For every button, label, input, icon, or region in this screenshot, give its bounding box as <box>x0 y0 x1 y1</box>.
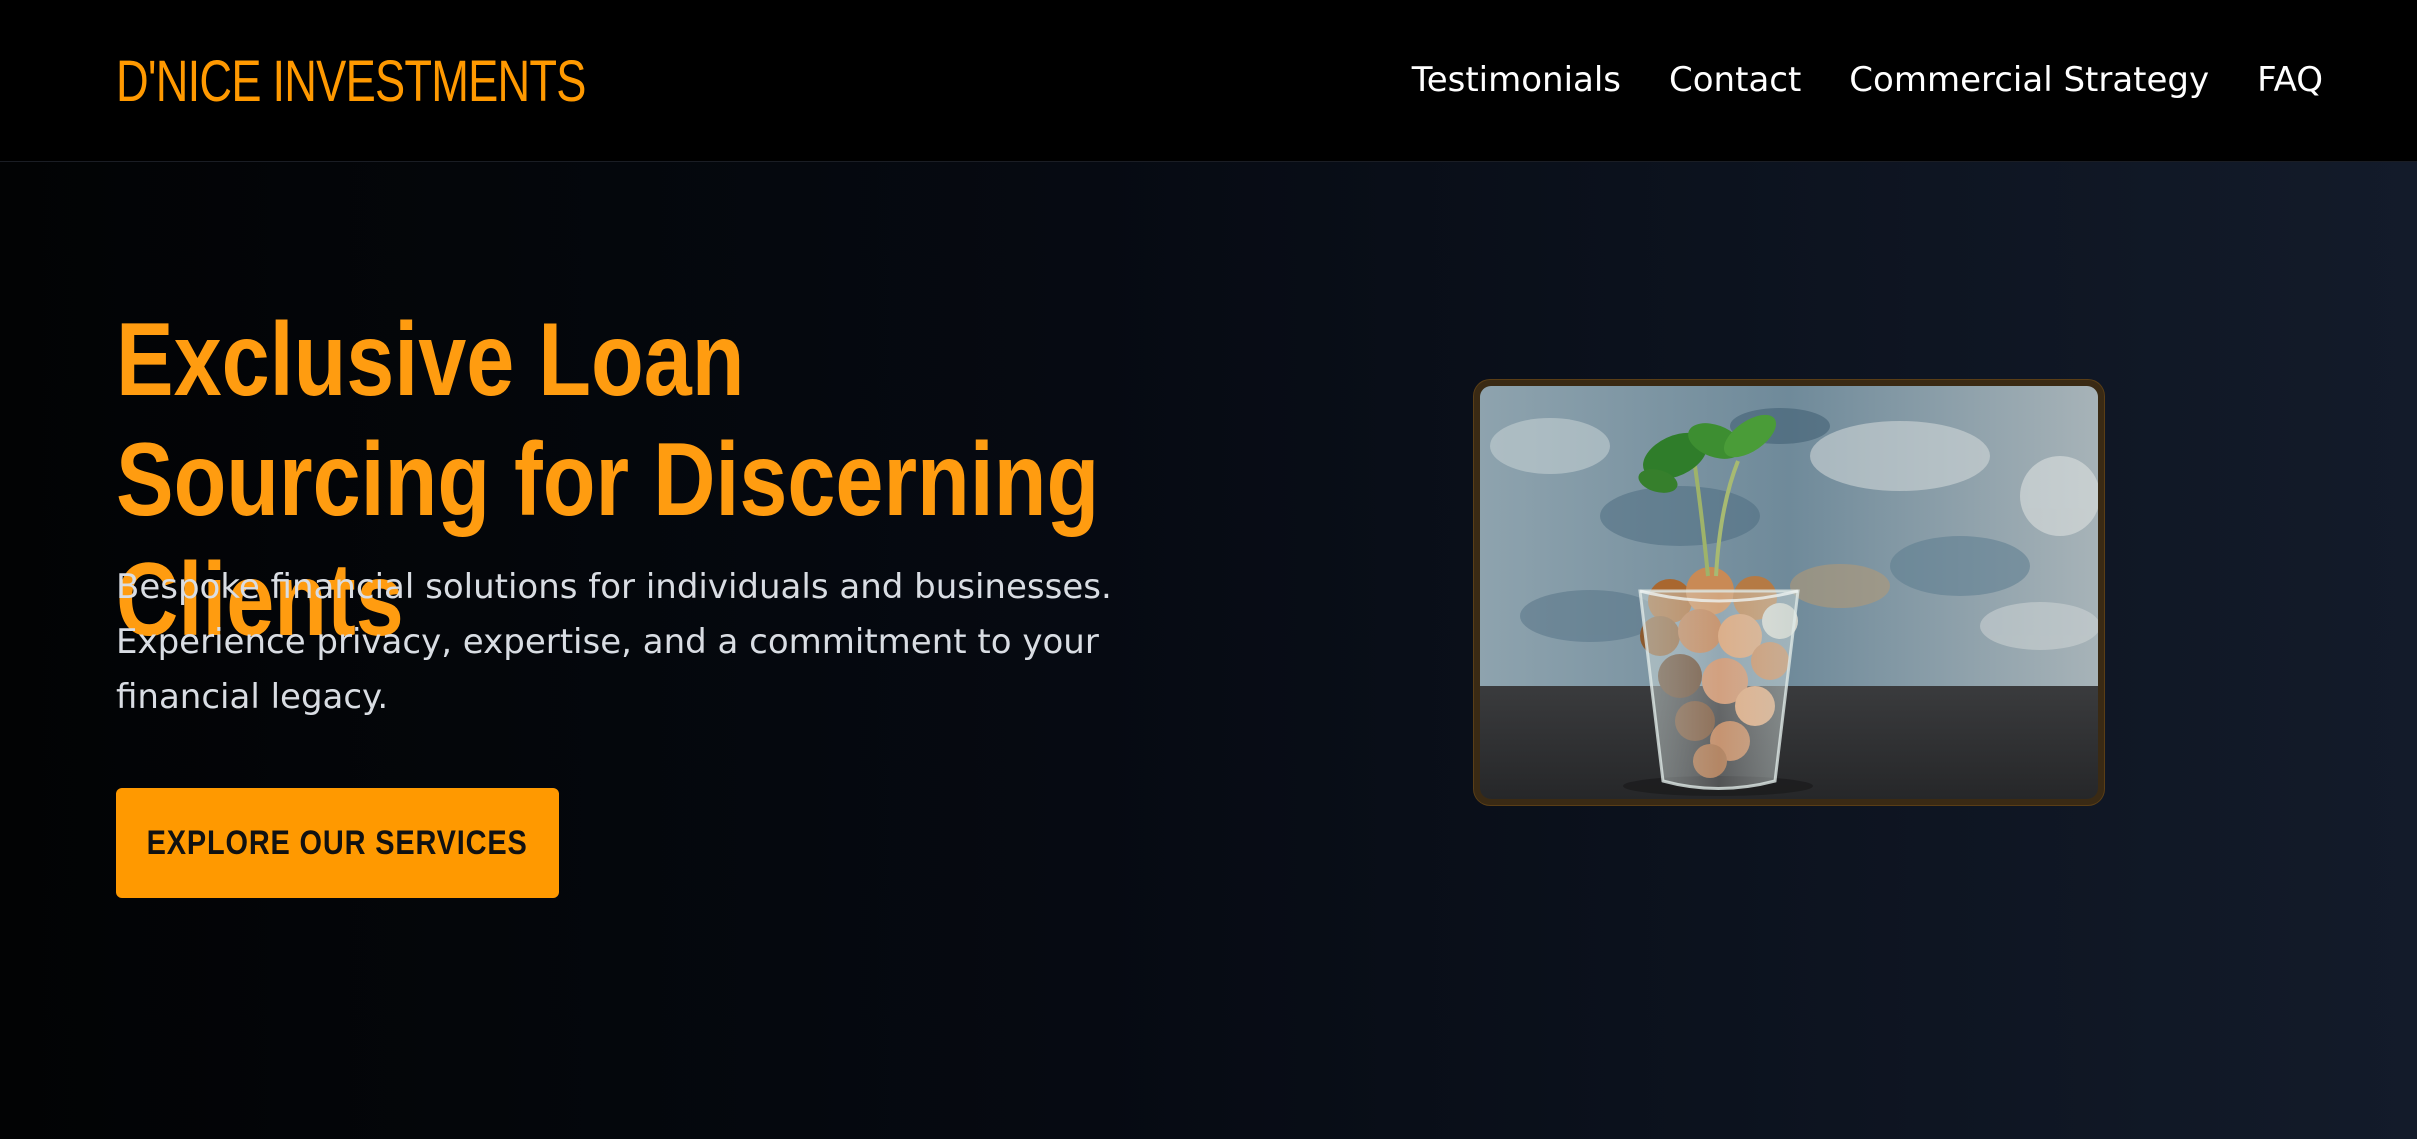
coin-jar-plant-photo <box>1480 386 2098 799</box>
explore-services-button[interactable]: EXPLORE OUR SERVICES <box>116 788 559 898</box>
hero-image-frame <box>1474 380 2104 805</box>
site-header: D'NICE INVESTMENTS Testimonials Contact … <box>0 0 2417 162</box>
explore-services-label: EXPLORE OUR SERVICES <box>146 823 529 862</box>
nav-link-faq[interactable]: FAQ <box>2257 56 2323 104</box>
nav-link-contact[interactable]: Contact <box>1669 56 1801 104</box>
nav-link-testimonials[interactable]: Testimonials <box>1412 56 1621 104</box>
nav-link-commercial-strategy[interactable]: Commercial Strategy <box>1849 56 2209 104</box>
hero-section: Exclusive Loan Sourcing for Discerning C… <box>0 162 2417 1139</box>
main-nav: Testimonials Contact Commercial Strategy… <box>1412 56 2323 104</box>
hero-subtitle: Bespoke financial solutions for individu… <box>116 567 1112 717</box>
site-logo[interactable]: D'NICE INVESTMENTS <box>116 44 586 120</box>
